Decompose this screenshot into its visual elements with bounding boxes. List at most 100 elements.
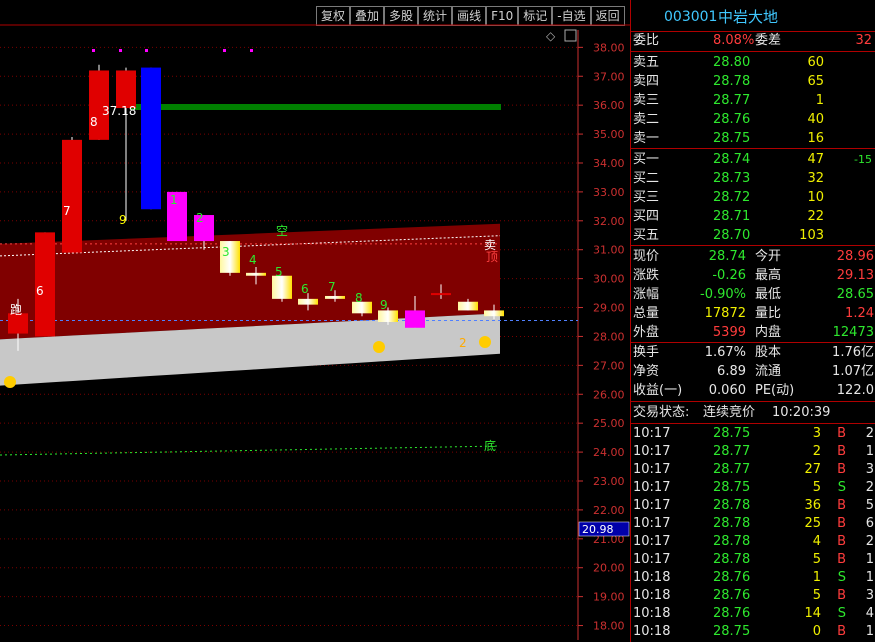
order-change: -15 (854, 153, 872, 166)
chart-annotation: 7 (63, 204, 71, 218)
tick-price: 28.77 (713, 444, 751, 459)
y-tick-label: 33.00 (593, 186, 625, 199)
stat-label: 换手 (633, 345, 660, 360)
tick-row: 10:17 28.75 5 S 2 (631, 479, 875, 497)
tick-price: 28.76 (713, 588, 751, 603)
weibi-value: 8.08% (713, 33, 755, 48)
candle-body (405, 310, 425, 328)
order-price: 28.80 (713, 55, 751, 70)
weicha-value: 32 (855, 33, 872, 48)
stat-label: 最低 (755, 287, 782, 302)
stat-value: 17872 (704, 306, 746, 321)
status-time: 10:20:39 (772, 405, 831, 420)
y-tick-label: 32.00 (593, 215, 625, 228)
sell-row: 卖二 28.76 40 (631, 111, 875, 129)
stat-value: -0.90% (700, 287, 746, 302)
chart-annotation: 6 (36, 284, 44, 298)
status-label: 交易状态: (633, 405, 690, 420)
y-tick-label: 34.00 (593, 157, 625, 170)
order-label: 买四 (633, 209, 660, 224)
sell-row: 卖五 28.80 60 (631, 54, 875, 72)
tick-direction: B (837, 462, 846, 477)
candle-body (431, 293, 451, 296)
order-label: 卖四 (633, 74, 660, 89)
y-tick-label: 20.00 (593, 562, 625, 575)
chart-annotation: 9 (380, 298, 388, 312)
tick-row: 10:17 28.77 27 B 3 (631, 461, 875, 479)
tick-count: 5 (865, 498, 874, 513)
trade-status: 交易状态: 连续竞价 10:20:39 (631, 404, 875, 422)
stat-value: -0.26 (712, 268, 746, 283)
stat-label: 量比 (755, 306, 782, 321)
stat-label: PE(动) (755, 383, 795, 398)
stat-value: 12473 (832, 325, 874, 340)
stat-value: 1.07亿 (832, 364, 874, 379)
kline-chart[interactable]: 38.00 37.00 36.00 35.00 34.00 33.00 32.00 31.00… (0, 0, 630, 642)
signal-dot (92, 49, 95, 52)
diamond-icon: ◇ (546, 29, 556, 43)
buy-row: 买四 28.71 22 (631, 208, 875, 226)
order-label: 卖一 (633, 131, 660, 146)
tick-direction: B (837, 498, 846, 513)
order-label: 买三 (633, 190, 660, 205)
order-label: 买二 (633, 171, 660, 186)
order-volume: 60 (807, 55, 824, 70)
tick-row: 10:18 28.76 14 S 4 (631, 605, 875, 623)
stat-label: 现价 (633, 249, 660, 264)
status-value: 连续竞价 (703, 405, 756, 420)
tick-time: 10:18 (633, 624, 671, 639)
candle-body (62, 139, 82, 253)
chart-annotation: 7 (328, 280, 336, 294)
stat-value: 6.89 (717, 364, 746, 379)
tick-volume: 4 (812, 534, 821, 549)
tick-price: 28.75 (713, 426, 751, 441)
tick-count: 1 (865, 444, 874, 459)
order-label: 卖五 (633, 55, 660, 70)
stat-value: 0.060 (708, 383, 746, 398)
stat-label: 涨跌 (633, 268, 660, 283)
tick-row: 10:18 28.76 1 S 1 (631, 569, 875, 587)
y-tick-label: 24.00 (593, 446, 625, 459)
chart-annotation: 3 (222, 245, 230, 259)
chart-annotation: 跑 (10, 303, 22, 317)
signal-dot (223, 49, 226, 52)
stat-row: 收益(一) 0.060 PE(动) 122.0 (631, 382, 875, 400)
chart-annotation: 6 (301, 282, 309, 296)
stat-value: 1.24 (845, 306, 874, 321)
y-tick-label: 22.00 (593, 504, 625, 517)
stat-row: 涨跌 -0.26 最高 29.13 (631, 267, 875, 285)
y-tick-label: 30.00 (593, 273, 625, 286)
stat-label: 今开 (755, 249, 782, 264)
stat-label: 外盘 (633, 325, 660, 340)
tick-time: 10:18 (633, 570, 671, 585)
stat-value: 1.67% (704, 345, 746, 360)
stat-value: 5399 (712, 325, 746, 340)
y-tick-label: 31.00 (593, 244, 625, 257)
chart-annotation: 2 (459, 336, 467, 350)
tick-count: 1 (865, 552, 874, 567)
signal-dot (145, 49, 148, 52)
tick-count: 2 (865, 426, 874, 441)
tick-price: 28.78 (713, 534, 751, 549)
stat-label: 涨幅 (633, 287, 660, 302)
tick-direction: B (837, 426, 846, 441)
y-tick-label: 26.00 (593, 388, 625, 401)
order-label: 买五 (633, 228, 660, 243)
order-volume: 1 (815, 93, 824, 108)
tick-count: 1 (865, 570, 874, 585)
stat-label: 流通 (755, 364, 782, 379)
candle-body (378, 310, 398, 322)
stock-code: 003001 (664, 9, 718, 25)
tick-direction: B (837, 588, 846, 603)
order-volume: 65 (807, 74, 824, 89)
order-label: 卖三 (633, 93, 660, 108)
square-icon (564, 29, 577, 42)
tick-direction: S (837, 570, 846, 585)
y-tick-label: 35.00 (593, 128, 625, 141)
order-label: 卖二 (633, 112, 660, 127)
chart-annotation: 4 (249, 253, 257, 267)
tick-volume: 5 (812, 588, 821, 603)
tick-time: 10:17 (633, 444, 671, 459)
order-price: 28.72 (713, 190, 751, 205)
tick-volume: 0 (812, 624, 821, 639)
